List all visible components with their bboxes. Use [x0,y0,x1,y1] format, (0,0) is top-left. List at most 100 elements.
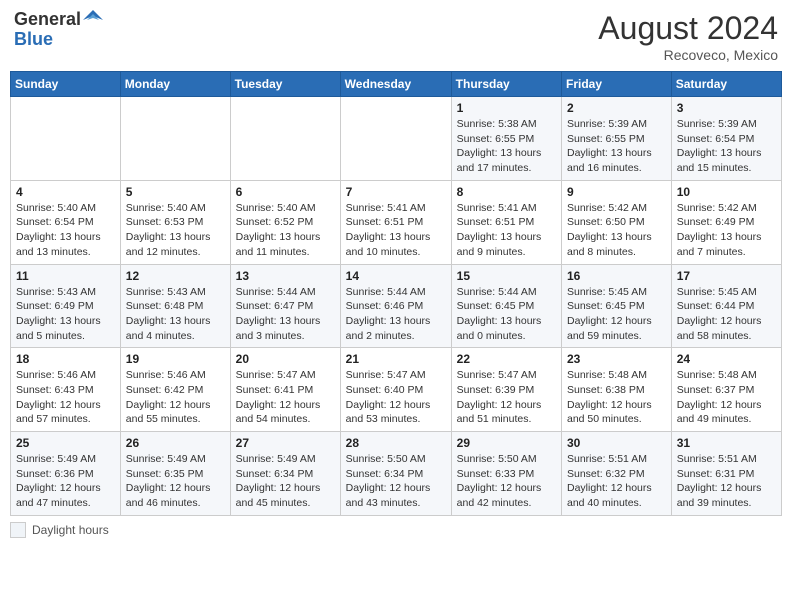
calendar-table: SundayMondayTuesdayWednesdayThursdayFrid… [10,71,782,516]
day-info: Sunrise: 5:50 AM Sunset: 6:34 PM Dayligh… [346,452,446,511]
calendar-cell: 26 Sunrise: 5:49 AM Sunset: 6:35 PM Dayli… [120,432,230,516]
logo-icon [83,10,103,30]
day-info: Sunrise: 5:42 AM Sunset: 6:50 PM Dayligh… [567,201,666,260]
calendar-cell: 18 Sunrise: 5:46 AM Sunset: 6:43 PM Dayli… [11,348,121,432]
calendar-cell: 22Sunrise: 5:47 AM Sunset: 6:39 PM Dayli… [451,348,561,432]
calendar-cell: 31Sunrise: 5:51 AM Sunset: 6:31 PM Dayli… [671,432,781,516]
calendar-cell [230,97,340,181]
day-info: Sunrise: 5:43 AM Sunset: 6:48 PM Dayligh… [126,285,225,344]
day-number: 5 [126,185,225,199]
day-info: Sunrise: 5:49 AM Sunset: 6:36 PM Dayligh… [16,452,115,511]
day-info: Sunrise: 5:38 AM Sunset: 6:55 PM Dayligh… [457,117,556,176]
day-number: 11 [16,269,115,283]
day-info: Sunrise: 5:47 AM Sunset: 6:40 PM Dayligh… [346,368,446,427]
calendar-cell: 16 Sunrise: 5:45 AM Sunset: 6:45 PM Dayli… [562,264,672,348]
day-info: Sunrise: 5:51 AM Sunset: 6:31 PM Dayligh… [677,452,776,511]
day-info: Sunrise: 5:44 AM Sunset: 6:45 PM Dayligh… [457,285,556,344]
title-section: August 2024 Recoveco, Mexico [598,10,778,63]
day-number: 18 [16,352,115,366]
calendar-cell: 14 Sunrise: 5:44 AM Sunset: 6:46 PM Dayli… [340,264,451,348]
calendar-cell: 28 Sunrise: 5:50 AM Sunset: 6:34 PM Dayli… [340,432,451,516]
day-number: 23 [567,352,666,366]
page-header: General Blue August 2024 Recoveco, Mexic… [10,10,782,63]
day-info: Sunrise: 5:46 AM Sunset: 6:43 PM Dayligh… [16,368,115,427]
calendar-cell: 19 Sunrise: 5:46 AM Sunset: 6:42 PM Dayli… [120,348,230,432]
calendar-cell: 8 Sunrise: 5:41 AM Sunset: 6:51 PM Daylig… [451,180,561,264]
day-of-week-header: Wednesday [340,72,451,97]
day-of-week-header: Thursday [451,72,561,97]
day-info: Sunrise: 5:40 AM Sunset: 6:52 PM Dayligh… [236,201,335,260]
day-number: 4 [16,185,115,199]
day-number: 17 [677,269,776,283]
day-info: Sunrise: 5:45 AM Sunset: 6:45 PM Dayligh… [567,285,666,344]
legend: Daylight hours [10,522,782,538]
calendar-week-row: 1 Sunrise: 5:38 AM Sunset: 6:55 PM Daylig… [11,97,782,181]
calendar-cell: 5 Sunrise: 5:40 AM Sunset: 6:53 PM Daylig… [120,180,230,264]
day-info: Sunrise: 5:41 AM Sunset: 6:51 PM Dayligh… [346,201,446,260]
calendar-week-row: 25Sunrise: 5:49 AM Sunset: 6:36 PM Dayli… [11,432,782,516]
day-number: 7 [346,185,446,199]
day-number: 8 [457,185,556,199]
day-number: 16 [567,269,666,283]
calendar-cell: 23Sunrise: 5:48 AM Sunset: 6:38 PM Dayli… [562,348,672,432]
calendar-cell: 6 Sunrise: 5:40 AM Sunset: 6:52 PM Daylig… [230,180,340,264]
day-number: 26 [126,436,225,450]
day-number: 2 [567,101,666,115]
calendar-cell: 11 Sunrise: 5:43 AM Sunset: 6:49 PM Dayli… [11,264,121,348]
calendar-cell: 3 Sunrise: 5:39 AM Sunset: 6:54 PM Daylig… [671,97,781,181]
calendar-cell: 7 Sunrise: 5:41 AM Sunset: 6:51 PM Daylig… [340,180,451,264]
day-info: Sunrise: 5:46 AM Sunset: 6:42 PM Dayligh… [126,368,225,427]
day-info: Sunrise: 5:41 AM Sunset: 6:51 PM Dayligh… [457,201,556,260]
day-number: 30 [567,436,666,450]
calendar-cell: 25Sunrise: 5:49 AM Sunset: 6:36 PM Dayli… [11,432,121,516]
logo-blue-text: Blue [14,30,103,50]
day-info: Sunrise: 5:45 AM Sunset: 6:44 PM Dayligh… [677,285,776,344]
day-info: Sunrise: 5:51 AM Sunset: 6:32 PM Dayligh… [567,452,666,511]
day-info: Sunrise: 5:47 AM Sunset: 6:41 PM Dayligh… [236,368,335,427]
day-info: Sunrise: 5:39 AM Sunset: 6:54 PM Dayligh… [677,117,776,176]
calendar-cell [11,97,121,181]
day-number: 14 [346,269,446,283]
location: Recoveco, Mexico [598,47,778,63]
day-number: 3 [677,101,776,115]
day-number: 6 [236,185,335,199]
day-number: 19 [126,352,225,366]
logo-general-text: General [14,10,81,30]
day-of-week-header: Monday [120,72,230,97]
month-year: August 2024 [598,10,778,47]
calendar-cell: 4 Sunrise: 5:40 AM Sunset: 6:54 PM Daylig… [11,180,121,264]
calendar-week-row: 11 Sunrise: 5:43 AM Sunset: 6:49 PM Dayli… [11,264,782,348]
day-info: Sunrise: 5:44 AM Sunset: 6:47 PM Dayligh… [236,285,335,344]
calendar-cell: 10Sunrise: 5:42 AM Sunset: 6:49 PM Dayli… [671,180,781,264]
day-of-week-header: Friday [562,72,672,97]
calendar-week-row: 4 Sunrise: 5:40 AM Sunset: 6:54 PM Daylig… [11,180,782,264]
calendar-cell: 29 Sunrise: 5:50 AM Sunset: 6:33 PM Dayli… [451,432,561,516]
day-info: Sunrise: 5:43 AM Sunset: 6:49 PM Dayligh… [16,285,115,344]
day-number: 1 [457,101,556,115]
day-info: Sunrise: 5:48 AM Sunset: 6:37 PM Dayligh… [677,368,776,427]
calendar-week-row: 18 Sunrise: 5:46 AM Sunset: 6:43 PM Dayli… [11,348,782,432]
calendar-cell: 27Sunrise: 5:49 AM Sunset: 6:34 PM Dayli… [230,432,340,516]
day-number: 20 [236,352,335,366]
day-number: 15 [457,269,556,283]
day-info: Sunrise: 5:42 AM Sunset: 6:49 PM Dayligh… [677,201,776,260]
calendar-header-row: SundayMondayTuesdayWednesdayThursdayFrid… [11,72,782,97]
calendar-cell: 21Sunrise: 5:47 AM Sunset: 6:40 PM Dayli… [340,348,451,432]
day-number: 28 [346,436,446,450]
calendar-cell: 2Sunrise: 5:39 AM Sunset: 6:55 PM Daylig… [562,97,672,181]
day-info: Sunrise: 5:47 AM Sunset: 6:39 PM Dayligh… [457,368,556,427]
day-info: Sunrise: 5:44 AM Sunset: 6:46 PM Dayligh… [346,285,446,344]
calendar-cell: 30 Sunrise: 5:51 AM Sunset: 6:32 PM Dayli… [562,432,672,516]
day-info: Sunrise: 5:40 AM Sunset: 6:54 PM Dayligh… [16,201,115,260]
day-info: Sunrise: 5:40 AM Sunset: 6:53 PM Dayligh… [126,201,225,260]
day-of-week-header: Tuesday [230,72,340,97]
calendar-cell: 17 Sunrise: 5:45 AM Sunset: 6:44 PM Dayli… [671,264,781,348]
day-number: 29 [457,436,556,450]
day-info: Sunrise: 5:50 AM Sunset: 6:33 PM Dayligh… [457,452,556,511]
calendar-cell: 9Sunrise: 5:42 AM Sunset: 6:50 PM Daylig… [562,180,672,264]
calendar-cell [120,97,230,181]
day-info: Sunrise: 5:49 AM Sunset: 6:35 PM Dayligh… [126,452,225,511]
calendar-cell: 20 Sunrise: 5:47 AM Sunset: 6:41 PM Dayli… [230,348,340,432]
calendar-cell: 12Sunrise: 5:43 AM Sunset: 6:48 PM Dayli… [120,264,230,348]
day-info: Sunrise: 5:49 AM Sunset: 6:34 PM Dayligh… [236,452,335,511]
